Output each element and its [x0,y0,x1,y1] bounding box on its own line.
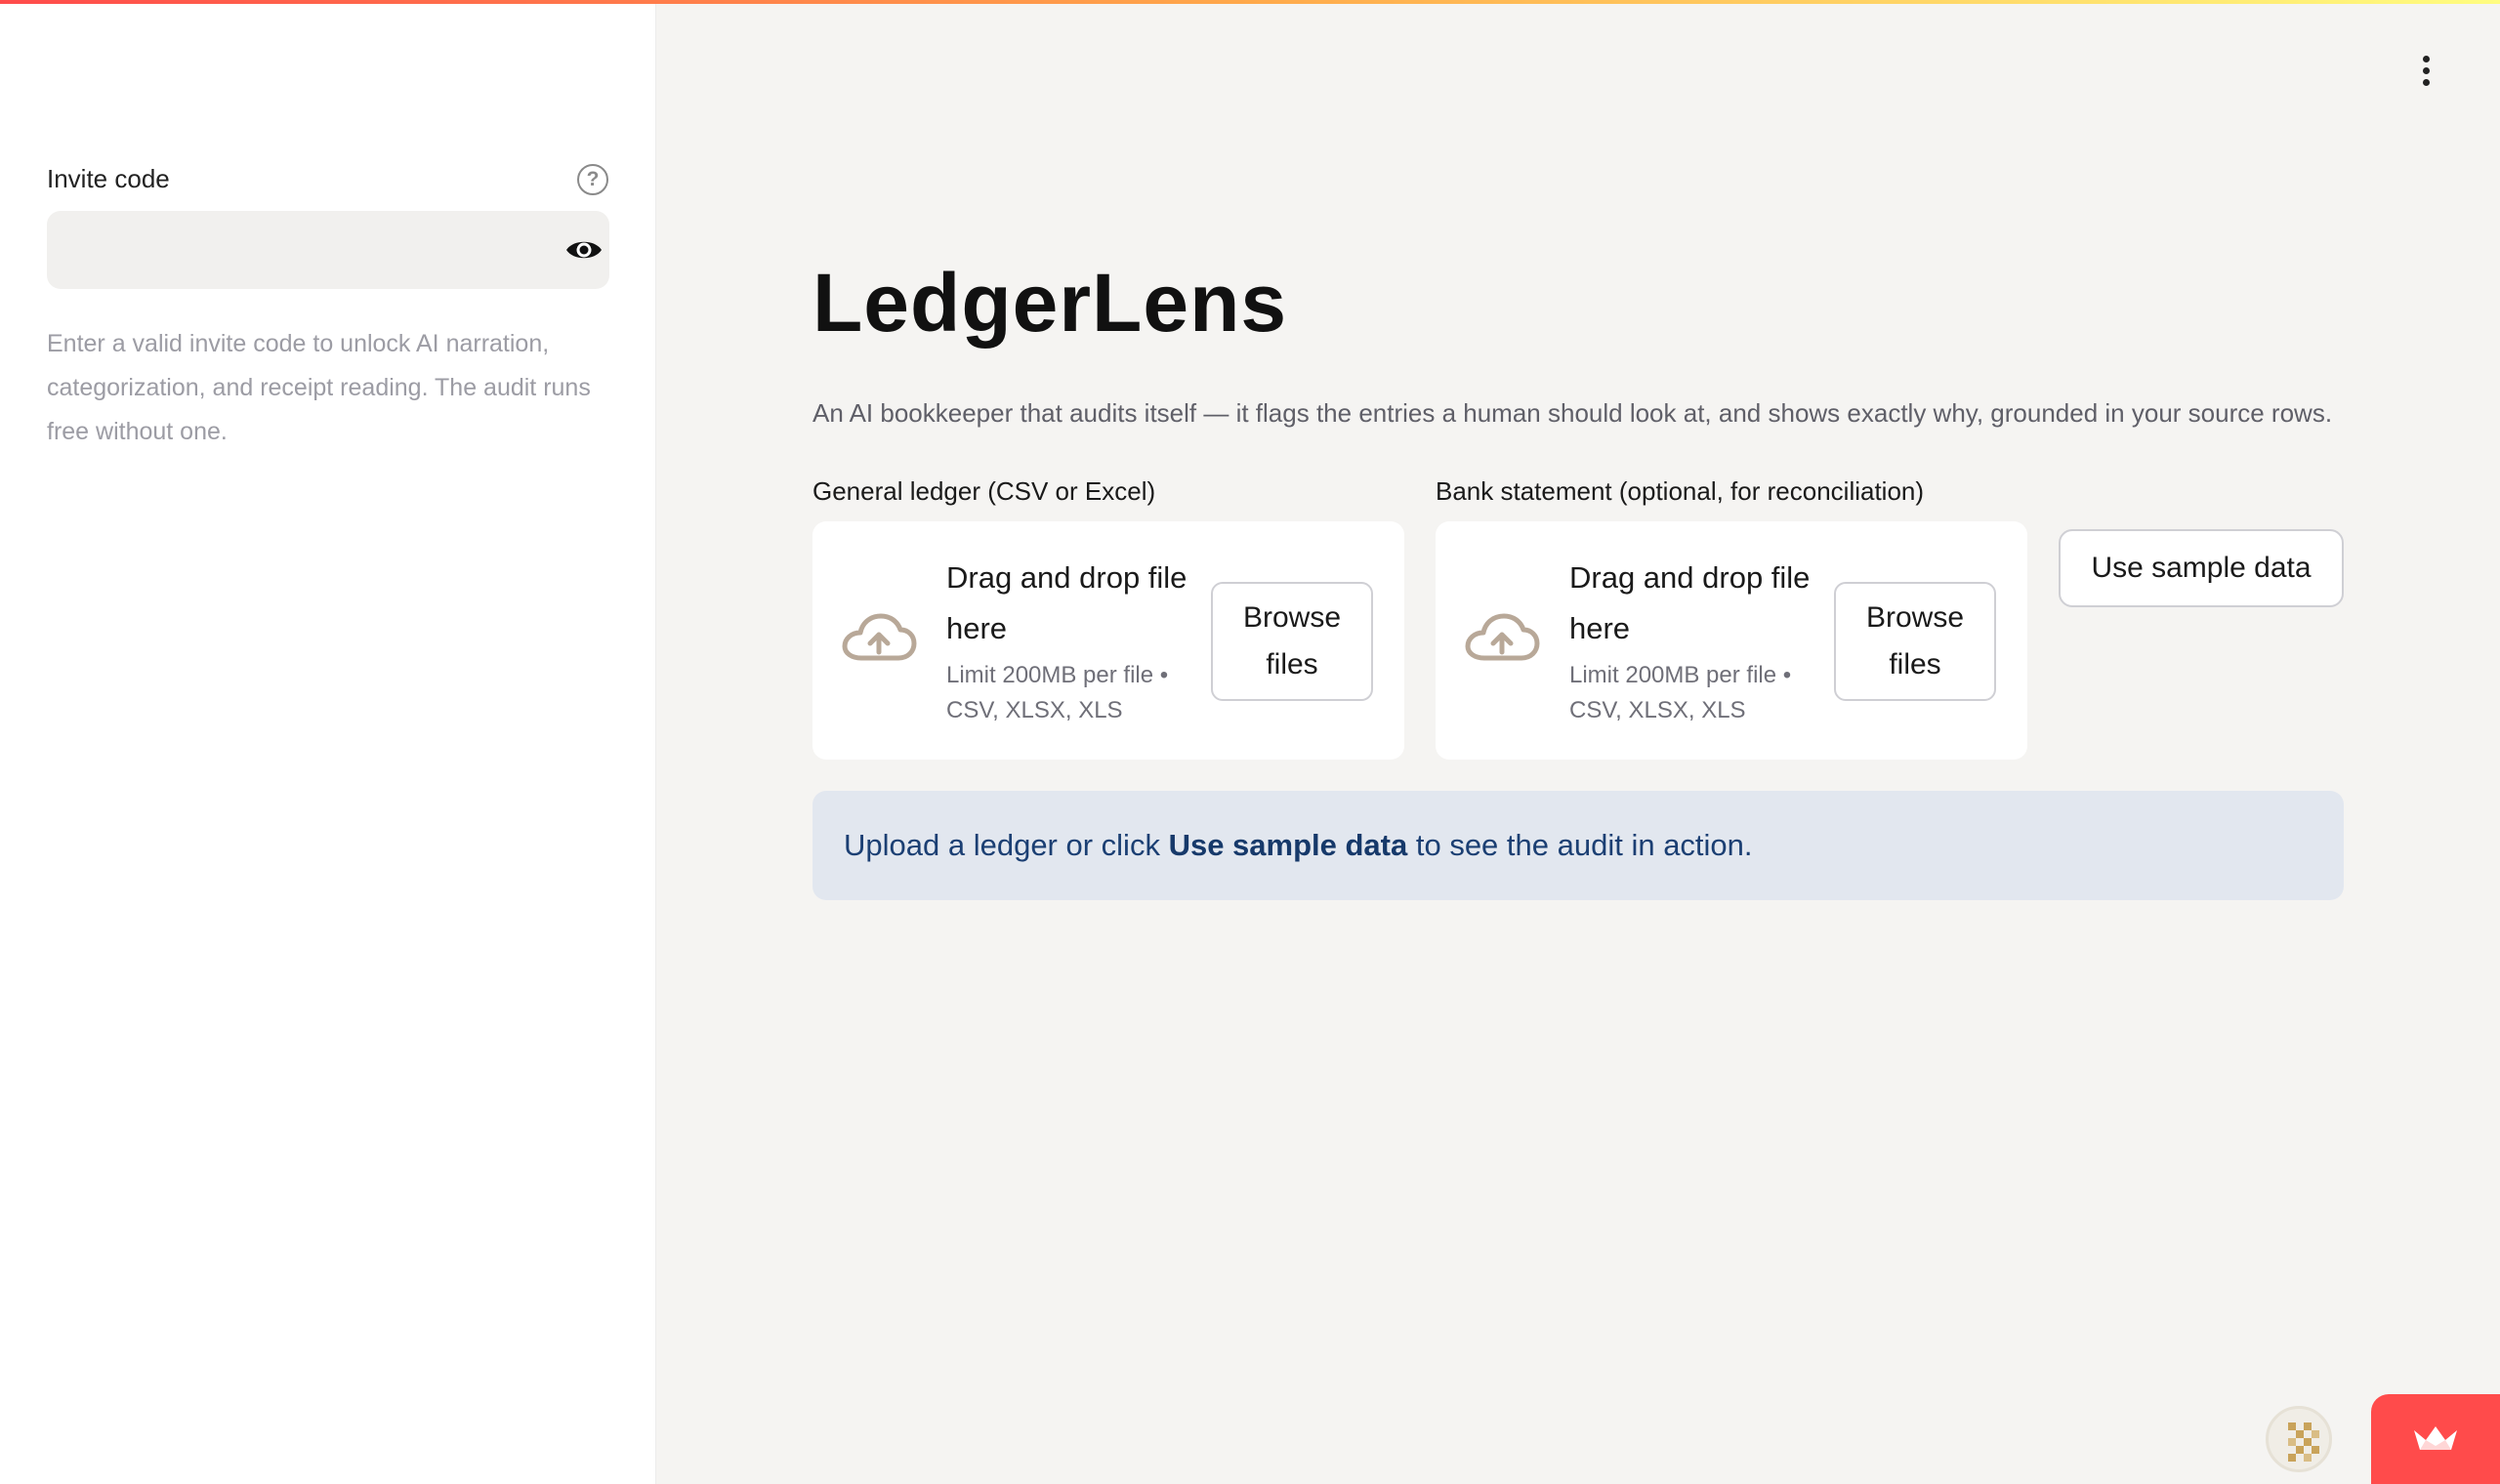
bank-dropzone[interactable]: Drag and drop file here Limit 200MB per … [1436,521,2027,760]
invite-help-text: Enter a valid invite code to unlock AI n… [47,330,591,445]
crown-icon [2414,1426,2457,1450]
invite-code-input[interactable] [47,211,535,289]
top-gradient-bar [0,0,2500,4]
bank-drop-text: Drag and drop file here [1569,560,1811,645]
invite-code-field [47,211,609,289]
help-icon[interactable]: ? [577,164,608,195]
app-root: Invite code ? Enter a valid invite code … [0,0,2500,1484]
sidebar: Invite code ? Enter a valid invite code … [0,0,656,1484]
cloud-upload-icon [842,613,917,661]
ledger-dropzone[interactable]: Drag and drop file here Limit 200MB per … [812,521,1404,760]
invite-code-label: Invite code [47,164,170,193]
main-menu-button[interactable] [2406,51,2445,90]
deploy-badge[interactable] [2371,1394,2500,1484]
use-sample-data-button[interactable]: Use sample data [2059,529,2344,607]
ledger-drop-text: Drag and drop file here [946,560,1188,645]
checker-logo-icon [2288,1422,2319,1462]
vertical-dots-icon [2422,55,2430,62]
banner-text-before: Upload a ledger or click [844,828,1169,862]
bank-browse-button[interactable]: Browse files [1834,582,1996,701]
ledger-browse-button[interactable]: Browse files [1211,582,1373,701]
eye-icon[interactable] [564,234,604,266]
bank-uploader-label: Bank statement (optional, for reconcilia… [1436,476,1925,506]
page-subtitle: An AI bookkeeper that audits itself — it… [812,398,2333,428]
banner-text-bold: Use sample data [1168,828,1408,862]
page-title: LedgerLens [812,257,1288,349]
ledger-limit-text: Limit 200MB per file • CSV, XLSX, XLS [946,662,1169,723]
info-banner: Upload a ledger or click Use sample data… [812,791,2344,900]
ledger-uploader-label: General ledger (CSV or Excel) [812,476,1156,506]
bank-limit-text: Limit 200MB per file • CSV, XLSX, XLS [1569,662,1792,723]
banner-text-after: to see the audit in action. [1407,828,1753,862]
app-status-avatar[interactable] [2266,1406,2332,1472]
cloud-upload-icon [1465,613,1540,661]
